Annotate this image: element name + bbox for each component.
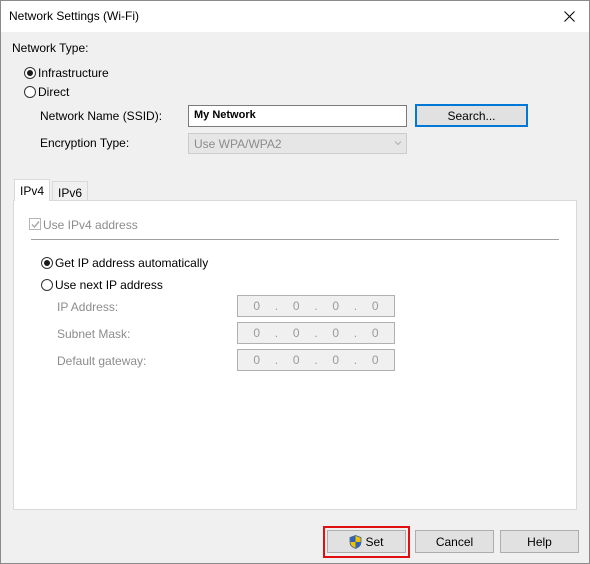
radio-use-next-ip-label[interactable]: Use next IP address — [55, 278, 163, 292]
ip-address-label: IP Address: — [57, 300, 119, 314]
encryption-label: Encryption Type: — [40, 136, 130, 150]
ip-address-input[interactable]: 0. 0. 0. 0 — [237, 295, 395, 317]
ip-dot: . — [314, 353, 318, 367]
ssid-input[interactable]: My Network — [188, 105, 407, 127]
ip-octet: 0 — [332, 353, 340, 367]
radio-use-next-ip[interactable] — [41, 279, 53, 291]
ip-dot: . — [274, 326, 279, 340]
ip-octet: 0 — [292, 299, 300, 313]
use-ipv4-checkbox[interactable] — [29, 218, 41, 230]
encryption-value: Use WPA/WPA2 — [194, 137, 282, 151]
ip-octet: 0 — [253, 326, 261, 340]
radio-direct[interactable] — [24, 86, 36, 98]
default-gateway-input[interactable]: 0. 0. 0. 0 — [237, 349, 395, 371]
ip-octet: 0 — [371, 299, 379, 313]
search-button-label: Search... — [447, 108, 496, 123]
ip-octet: 0 — [371, 326, 379, 340]
ip-octet: 0 — [292, 326, 300, 340]
cancel-button[interactable]: Cancel — [415, 530, 494, 553]
checkmark-icon — [31, 221, 40, 229]
close-icon — [563, 11, 575, 22]
tab-ipv4-label: IPv4 — [20, 183, 45, 198]
tab-ipv6-label: IPv6 — [58, 185, 83, 200]
title-bar: Network Settings (Wi-Fi) — [1, 1, 589, 32]
window-title: Network Settings (Wi-Fi) — [9, 9, 140, 23]
ip-octet: 0 — [332, 326, 340, 340]
chevron-down-icon — [394, 141, 402, 146]
ip-octet: 0 — [371, 353, 379, 367]
encryption-select[interactable]: Use WPA/WPA2 — [188, 133, 407, 154]
radio-get-ip-auto-label[interactable]: Get IP address automatically — [55, 256, 208, 270]
set-button-highlight — [323, 526, 410, 558]
ip-dot: . — [353, 326, 358, 340]
ip-dot: . — [353, 353, 358, 367]
ip-dot: . — [314, 326, 318, 340]
ip-octet: 0 — [292, 353, 300, 367]
tab-ipv4[interactable]: IPv4 — [14, 179, 51, 201]
close-button[interactable] — [549, 1, 589, 32]
ip-dot: . — [314, 299, 318, 313]
subnet-mask-label: Subnet Mask: — [57, 327, 131, 341]
ip-dot: . — [353, 299, 358, 313]
ssid-value: My Network — [194, 109, 256, 121]
ssid-label: Network Name (SSID): — [40, 109, 163, 123]
radio-direct-label[interactable]: Direct — [38, 85, 69, 99]
network-type-label: Network Type: — [12, 41, 89, 55]
help-button-label: Help — [527, 534, 552, 549]
ip-octet: 0 — [253, 299, 261, 313]
help-button[interactable]: Help — [500, 530, 579, 553]
ip-octet: 0 — [253, 353, 261, 367]
ip-dot: . — [274, 299, 279, 313]
subnet-mask-input[interactable]: 0. 0. 0. 0 — [237, 322, 395, 344]
radio-infrastructure[interactable] — [24, 67, 36, 79]
ip-dot: . — [274, 353, 279, 367]
radio-infrastructure-label[interactable]: Infrastructure — [38, 66, 109, 80]
network-settings-dialog: Network Settings (Wi-Fi) Network Type: I… — [0, 0, 590, 564]
radio-get-ip-auto[interactable] — [41, 257, 53, 269]
use-ipv4-label: Use IPv4 address — [43, 218, 138, 232]
ip-octet: 0 — [332, 299, 340, 313]
default-gateway-label: Default gateway: — [57, 354, 147, 368]
cancel-button-label: Cancel — [435, 534, 474, 549]
search-button[interactable]: Search... — [415, 104, 528, 127]
separator — [31, 239, 559, 240]
